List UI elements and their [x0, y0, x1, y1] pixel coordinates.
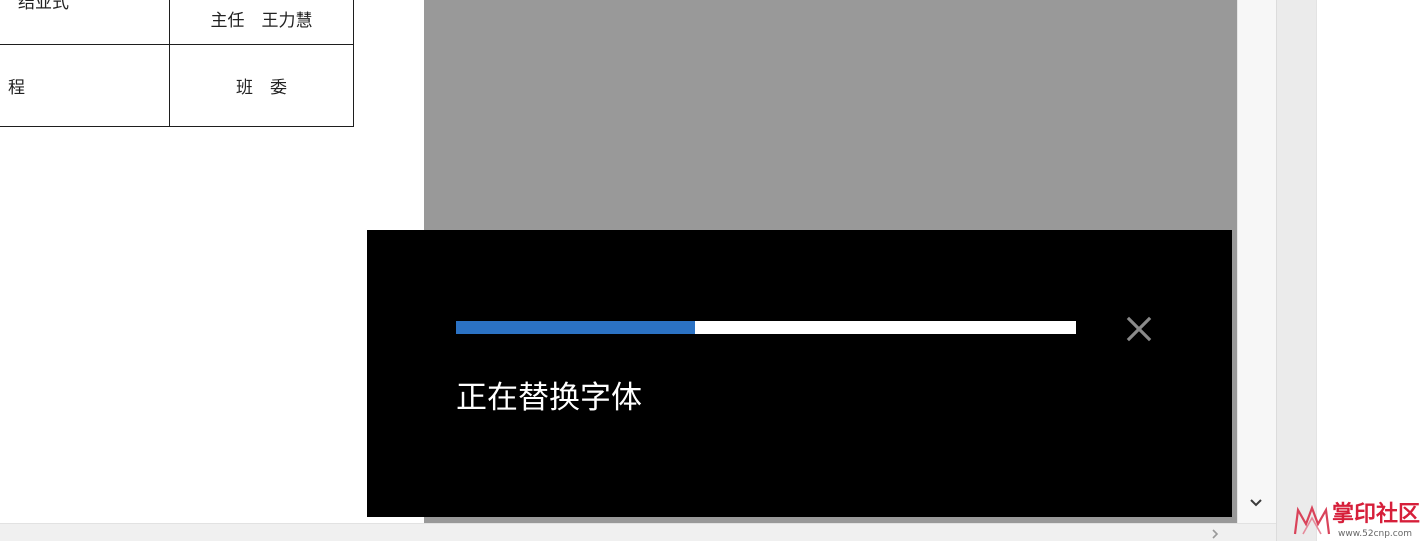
progress-bar — [456, 321, 1076, 334]
document-page: 结业式 主任 王力慧 程 班 委 — [0, 0, 424, 523]
progress-dialog: 正在替换字体 — [367, 230, 1232, 517]
table-cell: 班 委 — [169, 44, 354, 127]
progress-bar-fill — [456, 321, 695, 334]
table-row: 程 班 委 — [0, 44, 354, 127]
watermark: 掌印社区 www.52cnp.com — [1290, 500, 1423, 541]
brand-logo-icon — [1293, 504, 1331, 535]
schedule-table: 结业式 主任 王力慧 程 班 委 — [0, 0, 354, 127]
horizontal-scrollbar[interactable] — [0, 523, 1276, 541]
progress-message: 正在替换字体 — [456, 380, 642, 416]
chevron-right-icon[interactable] — [1208, 526, 1222, 541]
table-cell: 程 — [0, 44, 170, 127]
app-window: 结业式 主任 王力慧 程 班 委 正在替换字体 掌印社区 www.52cnp.c… — [0, 0, 1423, 541]
close-icon — [1126, 316, 1152, 342]
watermark-url-text: www.52cnp.com — [1338, 529, 1413, 539]
table-cell: 结业式 — [0, 0, 170, 45]
table-cell: 主任 王力慧 — [169, 0, 354, 45]
vertical-scrollbar[interactable] — [1237, 0, 1276, 523]
chevron-down-icon[interactable] — [1246, 494, 1266, 512]
right-panel — [1316, 0, 1423, 541]
watermark-brand-text: 掌印社区 — [1332, 501, 1421, 527]
table-cell-text: 结业式 — [18, 0, 69, 13]
table-cell-text: 程 — [8, 78, 25, 98]
table-cell-text: 主任 王力慧 — [210, 11, 313, 31]
table-row: 结业式 主任 王力慧 — [0, 0, 354, 45]
side-panel — [1276, 0, 1317, 541]
table-cell-text: 班 委 — [236, 78, 287, 98]
close-button[interactable] — [1124, 314, 1154, 344]
